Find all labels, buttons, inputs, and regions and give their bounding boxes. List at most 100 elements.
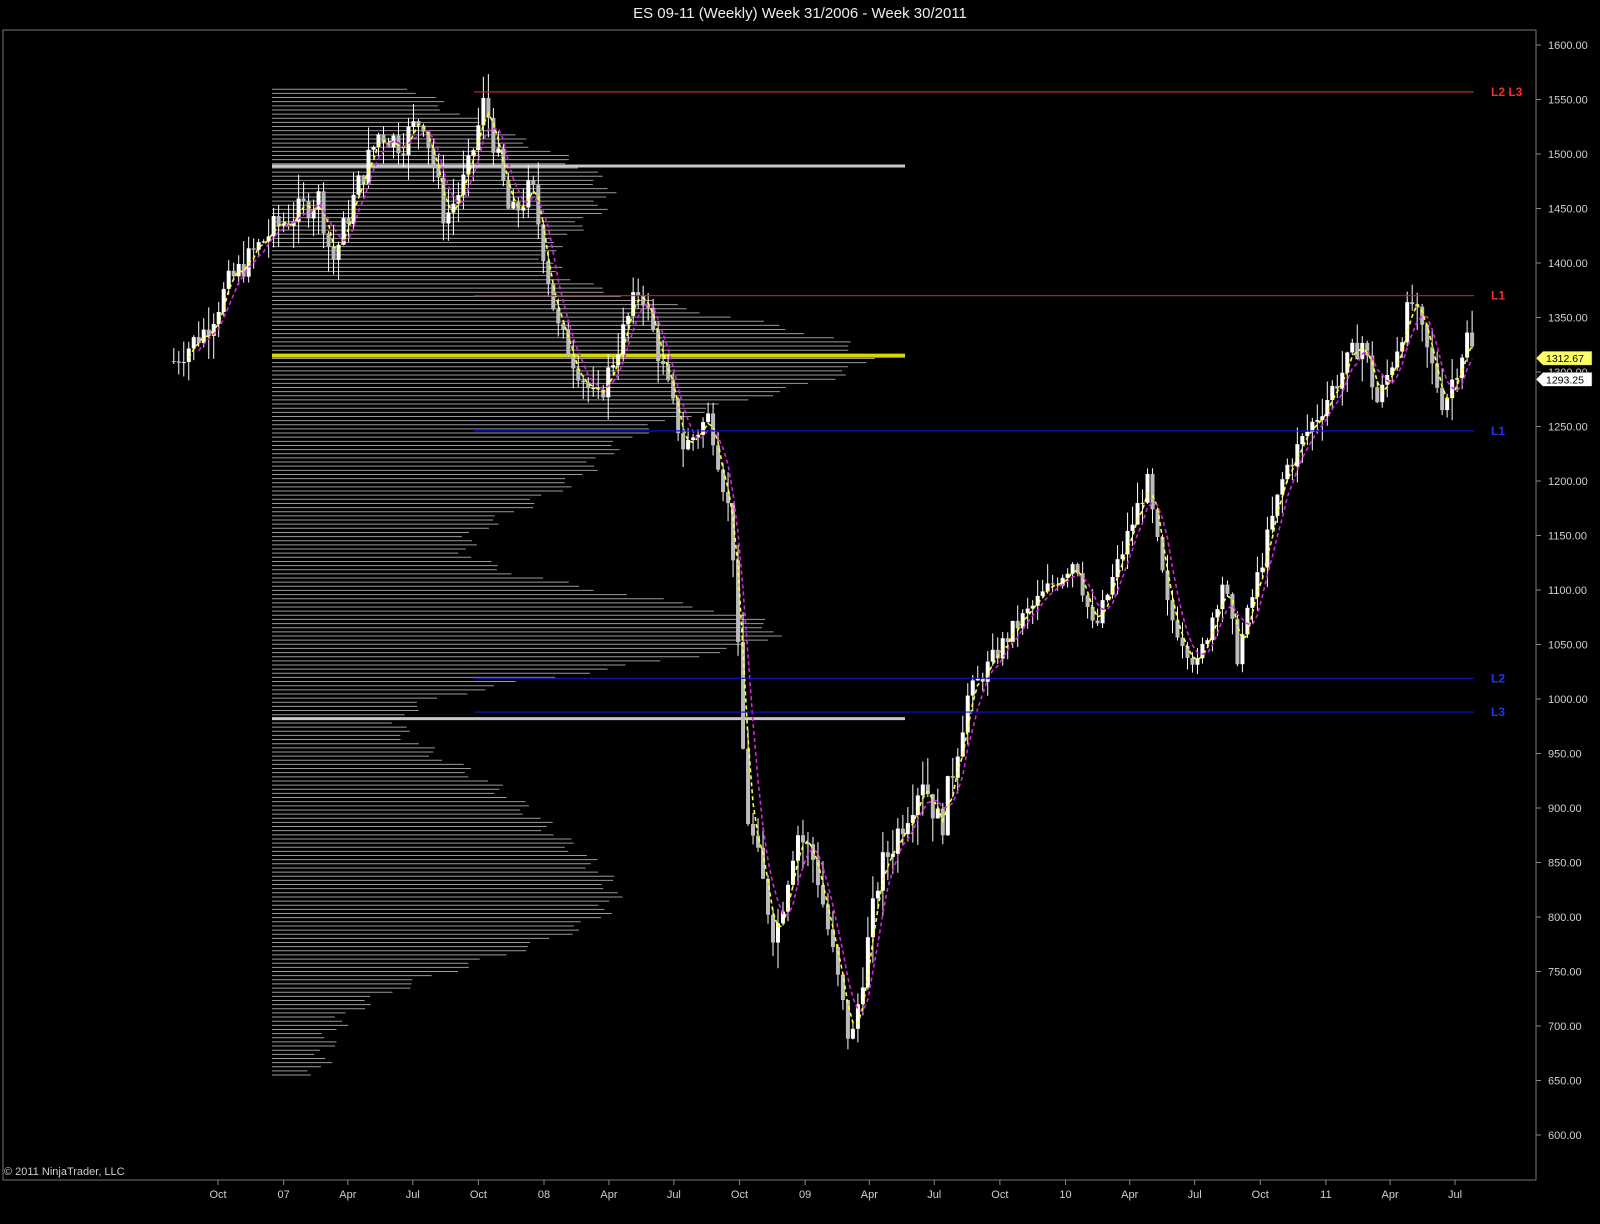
- candle-body: [251, 248, 256, 250]
- candle-body: [541, 224, 546, 262]
- y-tick-label: 650.00: [1548, 1076, 1582, 1088]
- candle-body: [825, 904, 830, 930]
- candle-body: [1355, 342, 1360, 360]
- candle-body: [1270, 515, 1275, 530]
- candle-body: [1205, 640, 1210, 644]
- candle-body: [606, 367, 611, 398]
- y-tick-label: 1550.00: [1548, 95, 1588, 107]
- candle-body: [406, 126, 411, 155]
- candle-body: [795, 835, 800, 861]
- candle-body: [1455, 378, 1460, 380]
- candle-body: [1085, 595, 1090, 607]
- candle-body: [1025, 608, 1030, 614]
- candle-body: [1130, 524, 1135, 532]
- candle-body: [1370, 355, 1375, 388]
- candle-body: [1425, 324, 1430, 348]
- candle-body: [1135, 503, 1140, 525]
- candle-body: [621, 324, 626, 355]
- candle-body: [526, 180, 531, 208]
- candle-body: [611, 365, 616, 368]
- y-tick-label: 900.00: [1548, 803, 1582, 815]
- candle-body: [1350, 342, 1355, 353]
- candle-body: [561, 323, 566, 330]
- y-tick-label: 1500.00: [1548, 149, 1588, 161]
- candle-body: [1290, 464, 1295, 467]
- candle-body: [1115, 559, 1120, 578]
- x-tick-label: Oct: [991, 1189, 1008, 1201]
- candle-body: [461, 174, 466, 196]
- candle-body: [656, 330, 661, 362]
- x-tick-label: 09: [799, 1189, 811, 1201]
- y-tick-label: 1200.00: [1548, 476, 1588, 488]
- candle-body: [1050, 583, 1055, 585]
- candle-body: [766, 878, 771, 915]
- candle-body: [1410, 302, 1415, 305]
- y-tick-label: 1450.00: [1548, 204, 1588, 216]
- candle-body: [591, 388, 596, 390]
- candle-body: [646, 305, 651, 308]
- candle-body: [191, 337, 196, 349]
- candle-body: [721, 469, 726, 493]
- candle-body: [576, 368, 581, 381]
- y-tick-label: 800.00: [1548, 912, 1582, 924]
- candle-body: [1375, 387, 1380, 403]
- x-tick-label: Jul: [927, 1189, 941, 1201]
- candle-body: [491, 117, 496, 153]
- candle-body: [446, 212, 451, 224]
- candle-body: [306, 201, 311, 219]
- y-tick-label: 1250.00: [1548, 422, 1588, 434]
- candle-body: [1465, 332, 1470, 358]
- y-tick-label: 1600.00: [1548, 40, 1588, 52]
- candle-body: [970, 680, 975, 696]
- candle-body: [1155, 509, 1160, 538]
- x-tick-label: Oct: [731, 1189, 748, 1201]
- candle-body: [556, 309, 561, 324]
- candle-body: [1360, 342, 1365, 360]
- candle-body: [870, 898, 875, 938]
- x-tick-label: Jul: [1188, 1189, 1202, 1201]
- candle-body: [241, 263, 246, 277]
- candle-body: [1275, 494, 1280, 516]
- candle-body: [401, 153, 406, 155]
- candle-body: [496, 148, 501, 153]
- candle-body: [845, 999, 850, 1039]
- x-tick-label: Jul: [406, 1189, 420, 1201]
- candle-body: [706, 413, 711, 423]
- candle-body: [746, 748, 751, 825]
- chart-canvas[interactable]: L2 L3 L1 L1 L2 L3 1600.00 1550.00 1500.00 1450.…: [0, 0, 1600, 1224]
- candle-body: [1190, 657, 1195, 665]
- x-tick-label: 10: [1059, 1189, 1071, 1201]
- candle-body: [581, 380, 586, 383]
- y-tick-label: 950.00: [1548, 749, 1582, 761]
- candle-body: [1305, 431, 1310, 436]
- candle-body: [636, 292, 641, 296]
- candle-body: [231, 270, 236, 277]
- candle-body: [751, 824, 756, 836]
- candle-body: [1255, 572, 1260, 598]
- candle-body: [176, 361, 181, 363]
- candle-body: [181, 362, 186, 364]
- candle-body: [1170, 600, 1175, 621]
- candle-body: [800, 835, 805, 843]
- candle-body: [1280, 479, 1285, 495]
- x-tick-label: 08: [538, 1189, 550, 1201]
- plot-border: [2, 29, 1537, 1181]
- x-tick-label: Apr: [339, 1189, 356, 1201]
- candle-body: [1075, 564, 1080, 574]
- candle-body: [850, 1028, 855, 1039]
- y-tick-label: 600.00: [1548, 1130, 1582, 1142]
- candle-body: [1250, 597, 1255, 608]
- candle-body: [681, 433, 686, 450]
- candle-body: [1090, 606, 1095, 621]
- candle-body: [546, 261, 551, 285]
- candle-body: [1160, 537, 1165, 571]
- candle-body: [626, 315, 631, 325]
- y-tick-label: 1050.00: [1548, 640, 1588, 652]
- candle-body: [1345, 352, 1350, 373]
- x-axis: Oct 07 Apr Jul Oct 08 Apr Jul Oct 09 Apr Jul Oct 10 Ap…: [209, 1180, 1462, 1201]
- candle-body: [691, 437, 696, 441]
- x-tick-label: Oct: [209, 1189, 226, 1201]
- candle-body: [900, 828, 905, 835]
- candle-body: [1315, 419, 1320, 422]
- price-marker-label: 1293.25: [1546, 374, 1584, 386]
